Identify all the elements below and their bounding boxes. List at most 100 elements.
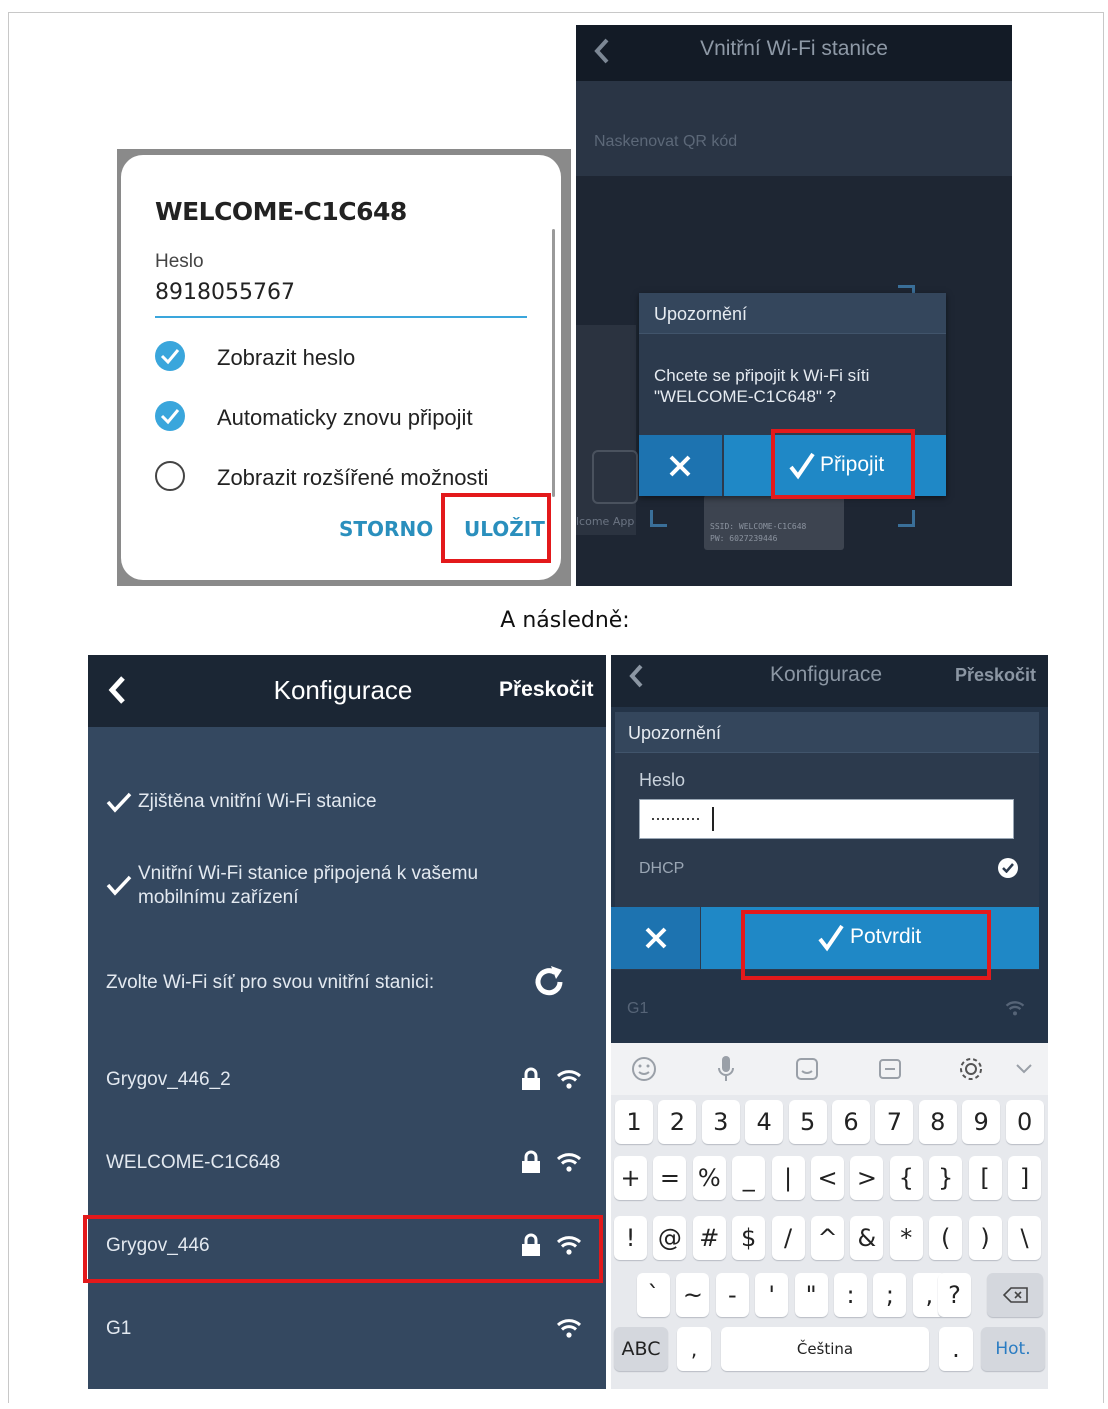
keyboard-key[interactable]: < <box>811 1156 844 1200</box>
emoji-icon[interactable] <box>631 1056 657 1082</box>
choose-network-label: Zvolte Wi-Fi síť pro svou vnitřní stanic… <box>106 972 435 993</box>
network-name: WELCOME-C1C648 <box>106 1152 281 1173</box>
keyboard-key[interactable]: } <box>929 1156 963 1200</box>
keyboard-key[interactable]: ` <box>637 1273 670 1317</box>
sticker-icon[interactable] <box>794 1056 820 1082</box>
password-label: Heslo <box>639 770 686 790</box>
period-key[interactable]: . <box>939 1327 973 1371</box>
check-icon <box>1002 863 1014 873</box>
keyboard-key[interactable]: - <box>715 1273 749 1317</box>
keyboard-key[interactable]: _ <box>732 1156 766 1200</box>
comma-key[interactable]: , <box>677 1327 711 1371</box>
microphone-icon[interactable] <box>716 1054 736 1084</box>
keyboard-key[interactable]: { <box>889 1156 923 1200</box>
keyboard-key[interactable]: & <box>850 1216 884 1260</box>
chevron-down-icon[interactable] <box>1015 1063 1033 1075</box>
keyboard-key[interactable]: 2 <box>658 1100 697 1144</box>
cancel-x-button[interactable] <box>611 907 700 969</box>
network-name: G1 <box>106 1318 132 1339</box>
show-password-checkbox[interactable] <box>155 341 185 371</box>
keyboard-key[interactable]: | <box>771 1156 805 1200</box>
alert-message: Chcete se připojit k Wi-Fi síti "WELCOME… <box>654 365 869 407</box>
keyboard-key[interactable]: 4 <box>745 1100 784 1144</box>
cancel-button[interactable]: STORNO <box>339 517 433 541</box>
keyboard-key[interactable]: ] <box>1008 1156 1041 1200</box>
space-key[interactable]: Čeština <box>721 1327 929 1371</box>
status-line: Vnitřní Wi-Fi stanice připojená k vašemu <box>138 863 479 884</box>
status-detected: Zjištěna vnitřní Wi-Fi stanice <box>138 791 377 812</box>
keyboard-key[interactable]: 6 <box>832 1100 870 1144</box>
keyboard-key[interactable]: $ <box>732 1216 766 1260</box>
auto-reconnect-checkbox[interactable] <box>155 401 185 431</box>
keyboard-key[interactable]: 1 <box>615 1100 653 1144</box>
keyboard-key[interactable]: 7 <box>875 1100 914 1144</box>
network-row[interactable]: Grygov_446_2 <box>88 1039 606 1121</box>
keyboard-key[interactable]: + <box>614 1156 647 1200</box>
keyboard-key[interactable]: ^ <box>811 1216 844 1260</box>
keyboard-key[interactable]: " <box>794 1273 828 1317</box>
keyboard-key[interactable]: 5 <box>788 1100 827 1144</box>
keyboard-key[interactable]: 0 <box>1005 1100 1044 1144</box>
advanced-options-checkbox[interactable] <box>155 461 185 491</box>
keyboard-key[interactable]: ; <box>873 1273 907 1317</box>
keyboard-key[interactable]: % <box>692 1156 726 1200</box>
network-name: Grygov_446_2 <box>106 1069 231 1090</box>
alert-title: Upozornění <box>654 304 748 324</box>
network-row[interactable]: WELCOME-C1C648 <box>88 1122 606 1204</box>
refresh-icon[interactable] <box>531 964 567 1000</box>
keyboard-key[interactable]: ' <box>755 1273 789 1317</box>
keyboard-key[interactable]: ~ <box>676 1273 710 1317</box>
screen-title: Vnitřní Wi-Fi stanice <box>700 37 888 60</box>
alert-message-line: "WELCOME-C1C648" ? <box>654 387 837 406</box>
gif-icon[interactable] <box>877 1056 903 1082</box>
keyboard-key[interactable]: 8 <box>918 1100 957 1144</box>
keyboard-key[interactable]: ! <box>614 1216 647 1260</box>
keyboard-key[interactable]: # <box>692 1216 726 1260</box>
camera-label-fragment: lcome App <box>576 515 635 528</box>
password-masked: ·········· <box>650 808 701 828</box>
keyboard-key[interactable]: 9 <box>962 1100 1001 1144</box>
keyboard-key[interactable]: / <box>771 1216 805 1260</box>
highlight-confirm <box>741 910 991 980</box>
keyboard-key[interactable]: 3 <box>701 1100 740 1144</box>
wifi-icon <box>556 1153 582 1172</box>
keyboard-key[interactable]: \ <box>1008 1216 1041 1260</box>
screen-title: Konfigurace <box>769 663 883 686</box>
close-icon <box>669 455 691 477</box>
alert-title: Upozornění <box>628 723 722 743</box>
password-input[interactable]: 8918055767 <box>155 280 527 318</box>
done-key[interactable]: Hot. <box>981 1327 1045 1371</box>
password-label: Heslo <box>155 251 204 272</box>
question-key[interactable]: ? <box>938 1273 971 1317</box>
backspace-icon <box>1003 1287 1028 1303</box>
back-arrow-icon[interactable] <box>627 663 645 689</box>
back-arrow-icon[interactable] <box>106 675 128 705</box>
backspace-key[interactable] <box>987 1273 1043 1317</box>
keyboard-key[interactable]: [ <box>968 1156 1002 1200</box>
scan-qr-link[interactable]: Naskenovat QR kód <box>594 133 737 151</box>
skip-button[interactable]: Přeskočit <box>955 665 1036 686</box>
advanced-options-label: Zobrazit rozšířené možnosti <box>217 465 489 490</box>
cancel-x-button[interactable] <box>639 435 722 496</box>
keyboard-key[interactable]: > <box>850 1156 884 1200</box>
keyboard-key[interactable]: * <box>889 1216 923 1260</box>
scan-bar <box>576 81 1012 176</box>
settings-gear-icon[interactable] <box>957 1055 985 1083</box>
keyboard: 1 2 3 4 5 6 7 8 9 0 + =% _ | < >{}[]! @ # $ / ^ & *() \ ` ~ - ' ":;,… <box>611 1043 1048 1389</box>
keyboard-key[interactable]: ) <box>968 1216 1002 1260</box>
password-input[interactable]: ·········· <box>639 799 1014 839</box>
screen-title: Konfigurace <box>273 675 413 705</box>
wifi-icon <box>1005 1001 1025 1016</box>
keyboard-key[interactable]: ( <box>929 1216 963 1260</box>
text-cursor <box>712 807 714 831</box>
keyboard-key[interactable]: : <box>834 1273 867 1317</box>
keyboard-key[interactable]: = <box>653 1156 687 1200</box>
skip-button[interactable]: Přeskočit <box>499 678 594 702</box>
dhcp-label: DHCP <box>639 860 685 877</box>
network-row[interactable]: G1 <box>88 1288 606 1370</box>
abc-key[interactable]: ABC <box>614 1327 668 1371</box>
close-icon <box>645 927 667 949</box>
dhcp-checkbox[interactable] <box>998 858 1018 878</box>
keyboard-key[interactable]: @ <box>653 1216 687 1260</box>
scrollbar[interactable] <box>552 229 555 497</box>
